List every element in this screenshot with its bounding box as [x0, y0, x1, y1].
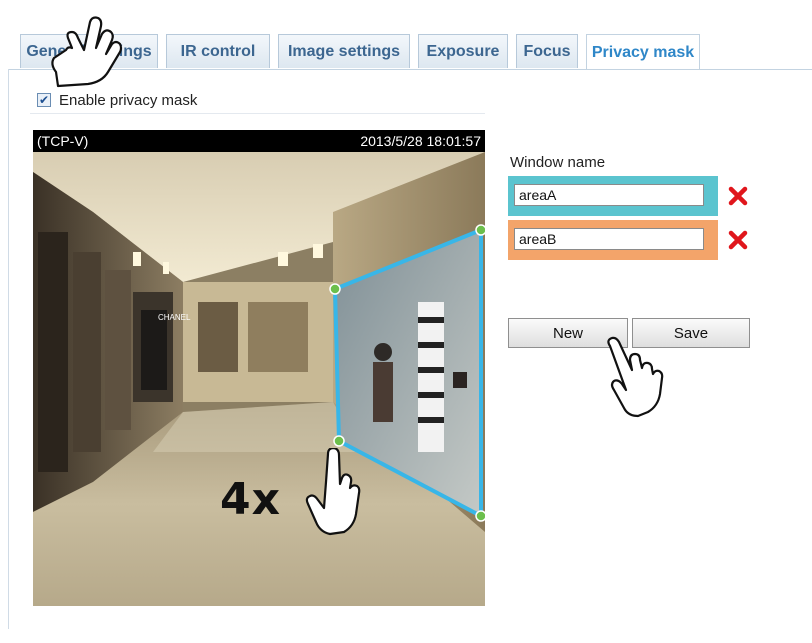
tab-ir-control[interactable]: IR control: [166, 34, 270, 68]
camera-scene-image: CHANEL: [33, 152, 485, 606]
mask-window-row: [508, 220, 748, 260]
hand-pointer-icon: [305, 448, 361, 536]
live-video-view[interactable]: (TCP-V) 2013/5/28 18:01:57 CHANEL: [33, 130, 485, 606]
mask-vertex-handle[interactable]: [475, 510, 485, 522]
mask-vertex-handle[interactable]: [329, 283, 341, 295]
enable-privacy-mask-checkbox[interactable]: ✔: [37, 93, 51, 107]
mask-vertex-handle[interactable]: [333, 435, 345, 447]
area-a-name-input[interactable]: [514, 184, 704, 206]
divider: [30, 113, 485, 114]
mask-window-row: [508, 176, 748, 216]
panel-border: [8, 69, 812, 70]
tab-exposure[interactable]: Exposure: [418, 34, 508, 68]
tab-privacy-mask[interactable]: Privacy mask: [586, 34, 700, 70]
tab-image-settings[interactable]: Image settings: [278, 34, 410, 68]
store-sign: CHANEL: [158, 313, 191, 322]
hand-pointer-icon: [51, 16, 123, 88]
video-source-label: (TCP-V): [37, 133, 89, 149]
click-count-annotation: 4x: [220, 474, 281, 525]
video-caption-bar: (TCP-V) 2013/5/28 18:01:57: [33, 130, 485, 152]
window-name-label: Window name: [510, 154, 606, 171]
panel-border-left: [8, 69, 9, 629]
enable-privacy-mask-row[interactable]: ✔ Enable privacy mask: [37, 90, 197, 110]
enable-privacy-mask-label: Enable privacy mask: [59, 91, 198, 109]
delete-area-a-icon[interactable]: [726, 184, 750, 208]
video-timestamp: 2013/5/28 18:01:57: [360, 133, 481, 149]
tab-focus[interactable]: Focus: [516, 34, 578, 68]
hand-pointer-icon: [607, 336, 664, 418]
area-b-name-input[interactable]: [514, 228, 704, 250]
delete-area-b-icon[interactable]: [726, 228, 750, 252]
mask-vertex-handle[interactable]: [475, 224, 485, 236]
